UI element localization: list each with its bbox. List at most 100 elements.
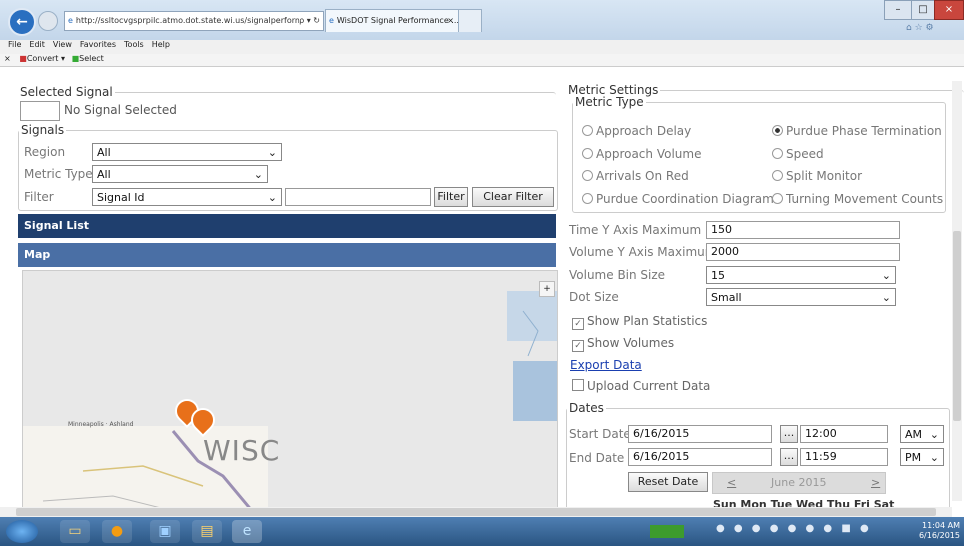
menu-favorites[interactable]: Favorites	[80, 40, 116, 49]
forward-button[interactable]	[38, 11, 58, 31]
back-button[interactable]: ←	[8, 8, 36, 36]
end-time-picker-button[interactable]: ...	[780, 448, 798, 466]
radio-label: Speed	[786, 147, 824, 161]
select-icon: ■	[71, 54, 80, 63]
checkbox-label: Show Volumes	[587, 336, 675, 350]
end-ampm-select[interactable]: PM ⌄	[900, 448, 944, 466]
address-bar[interactable]: e http://ssltocvgsprpilc.atmo.dot.state.w…	[64, 11, 324, 31]
tab-close-icon[interactable]: ×	[447, 10, 454, 32]
convert-button[interactable]: Convert	[27, 54, 59, 63]
upload-current-data-checkbox[interactable]: Upload Current Data	[572, 379, 710, 393]
home-star-gear-icons[interactable]: ⌂ ☆ ⚙	[906, 23, 934, 33]
browser-titlebar: ← e http://ssltocvgsprpilc.atmo.dot.state…	[0, 0, 964, 40]
metric-type-legend: Metric Type	[575, 95, 644, 109]
media-player-icon[interactable]: ●	[102, 520, 132, 543]
radio-purdue-coordination-diagram[interactable]: Purdue Coordination Diagram	[582, 192, 774, 206]
explorer-icon[interactable]: ▭	[60, 520, 90, 543]
radio-approach-volume[interactable]: Approach Volume	[582, 147, 701, 161]
start-time-input[interactable]: 12:00	[800, 425, 888, 443]
filter-button[interactable]: Filter	[434, 187, 468, 207]
metric-type-select[interactable]: All ⌄	[92, 165, 268, 183]
calendar-next-icon[interactable]: >	[871, 476, 880, 489]
metric-type-label: Metric Type	[24, 167, 93, 181]
select-button[interactable]: Select	[79, 54, 104, 63]
horizontal-scroll-thumb[interactable]	[16, 508, 936, 516]
vertical-scroll-thumb[interactable]	[953, 231, 961, 421]
export-data-link[interactable]: Export Data	[570, 358, 642, 372]
tab-title: WisDOT Signal Performance ...	[336, 16, 459, 25]
internet-explorer-icon[interactable]: e	[232, 520, 262, 543]
vertical-scrollbar[interactable]	[952, 81, 962, 501]
map-zoom-in-icon[interactable]: +	[539, 281, 555, 297]
selected-signal-input[interactable]	[20, 101, 60, 121]
radio-arrivals-on-red[interactable]: Arrivals On Red	[582, 169, 689, 183]
volume-y-axis-input[interactable]: 2000	[706, 243, 900, 261]
radio-turning-movement-counts[interactable]: Turning Movement Counts	[772, 192, 943, 206]
show-plan-statistics-checkbox[interactable]: ✓ Show Plan Statistics	[572, 314, 707, 330]
start-button-icon[interactable]	[6, 520, 38, 543]
dot-size-value: Small	[711, 291, 742, 304]
checkbox-label: Show Plan Statistics	[587, 314, 708, 328]
start-date-input[interactable]: 6/16/2015	[628, 425, 772, 443]
radio-label: Split Monitor	[786, 169, 863, 183]
calendar-month: June 2015	[771, 476, 827, 489]
close-icon[interactable]: ×	[934, 0, 964, 20]
map-canvas[interactable]: Minneapolis · Ashland WISC +	[22, 270, 558, 519]
address-icons[interactable]: ρ ▾ ↻	[299, 12, 320, 30]
reset-date-button[interactable]: Reset Date	[628, 472, 708, 492]
radio-label: Turning Movement Counts	[786, 192, 944, 206]
radio-circle-icon	[582, 148, 593, 159]
chevron-down-icon: ⌄	[267, 191, 277, 204]
filter-label: Filter	[24, 190, 54, 204]
checkbox-checked-icon: ✓	[572, 340, 584, 352]
radio-approach-delay[interactable]: Approach Delay	[582, 124, 691, 138]
menu-edit[interactable]: Edit	[29, 40, 45, 49]
horizontal-scrollbar[interactable]	[0, 507, 952, 517]
start-ampm-select[interactable]: AM ⌄	[900, 425, 944, 443]
radio-circle-icon	[582, 125, 593, 136]
show-volumes-checkbox[interactable]: ✓ Show Volumes	[572, 336, 674, 352]
remote-desktop-icon[interactable]: ▣	[150, 520, 180, 543]
browser-tab[interactable]: e WisDOT Signal Performance ... ×	[325, 9, 459, 32]
windows-taskbar: ▭ ● ▣ ▤ e ● ● ● ● ● ● ● ■ ● 11:04 AM 6/16…	[0, 517, 964, 546]
volume-bin-size-select[interactable]: 15 ⌄	[706, 266, 896, 284]
radio-purdue-phase-termination[interactable]: Purdue Phase Termination	[772, 124, 942, 138]
tray-app-icon[interactable]	[650, 525, 684, 538]
filter-select[interactable]: Signal Id ⌄	[92, 188, 282, 206]
menu-tools[interactable]: Tools	[124, 40, 144, 49]
radio-label: Purdue Coordination Diagram	[596, 192, 774, 206]
radio-split-monitor[interactable]: Split Monitor	[772, 169, 862, 183]
tray-icons[interactable]: ● ● ● ● ● ● ● ■ ●	[716, 523, 872, 534]
minimize-icon[interactable]: –	[884, 0, 912, 20]
signal-list-header[interactable]: Signal List	[18, 214, 556, 238]
chevron-down-icon: ⌄	[881, 291, 891, 304]
checkbox-icon	[572, 379, 584, 391]
time-y-axis-input[interactable]: 150	[706, 221, 900, 239]
chevron-down-icon: ⌄	[267, 146, 277, 159]
map-graphic	[23, 291, 557, 518]
filter-text-input[interactable]	[285, 188, 431, 206]
new-tab-button[interactable]	[458, 9, 482, 32]
dot-size-select[interactable]: Small ⌄	[706, 288, 896, 306]
tray-clock[interactable]: 11:04 AM 6/16/2015	[919, 521, 960, 541]
radio-circle-icon	[582, 170, 593, 181]
menu-file[interactable]: File	[8, 40, 21, 49]
map-wisc-label: WISC	[203, 434, 281, 467]
clear-filter-button[interactable]: Clear Filter	[472, 187, 554, 207]
chevron-down-icon: ⌄	[929, 428, 939, 441]
dot-size-label: Dot Size	[569, 290, 619, 304]
maximize-icon[interactable]: □	[911, 0, 935, 20]
calendar-prev-icon[interactable]: <	[727, 476, 736, 489]
radio-speed[interactable]: Speed	[772, 147, 824, 161]
end-date-input[interactable]: 6/16/2015	[628, 448, 772, 466]
end-time-input[interactable]: 11:59	[800, 448, 888, 466]
page-content: Selected Signal No Signal Selected Signa…	[0, 67, 964, 519]
clock-time: 11:04 AM	[922, 521, 960, 530]
filter-value: Signal Id	[97, 191, 145, 204]
region-select[interactable]: All ⌄	[92, 143, 282, 161]
folder-icon[interactable]: ▤	[192, 520, 222, 543]
cmd-close-icon[interactable]: ×	[4, 54, 11, 63]
menu-view[interactable]: View	[53, 40, 72, 49]
start-time-picker-button[interactable]: ...	[780, 425, 798, 443]
menu-help[interactable]: Help	[152, 40, 170, 49]
